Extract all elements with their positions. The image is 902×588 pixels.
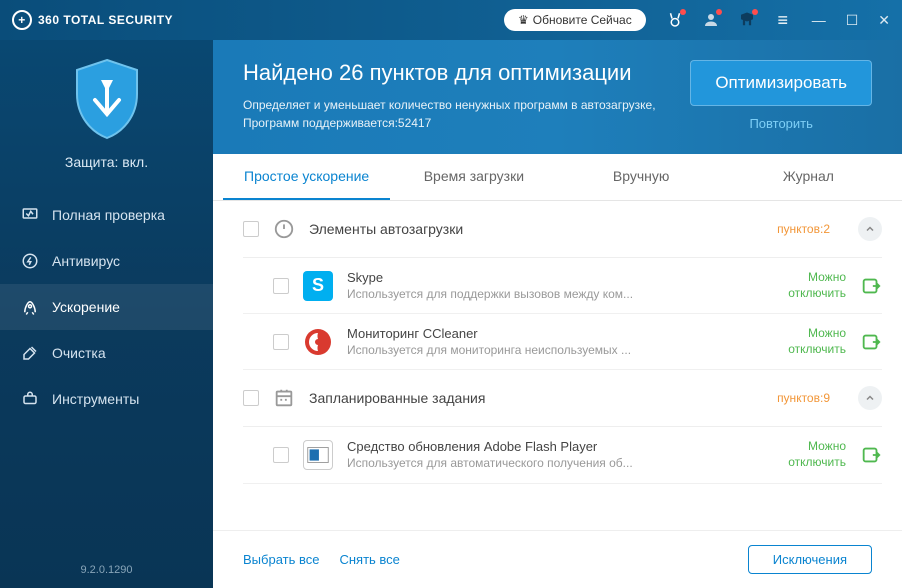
item-status: Можноотключить: [766, 270, 846, 301]
tab-simple-speedup[interactable]: Простое ускорение: [223, 154, 390, 200]
skype-icon: S: [303, 271, 333, 301]
section-count: пунктов:9: [777, 391, 830, 405]
section-title: Элементы автозагрузки: [309, 221, 763, 237]
nav-speedup[interactable]: Ускорение: [0, 284, 213, 330]
monitor-icon: [20, 205, 40, 225]
ccleaner-icon: [303, 327, 333, 357]
nav-label: Полная проверка: [52, 207, 165, 223]
item-status: Можноотключить: [766, 439, 846, 470]
hero-subtitle: Определяет и уменьшает количество ненужн…: [243, 96, 670, 132]
tab-manual[interactable]: Вручную: [558, 154, 725, 200]
crown-icon: ♛: [518, 13, 529, 27]
broom-icon: [20, 343, 40, 363]
rocket-icon: [20, 297, 40, 317]
section-checkbox[interactable]: [243, 221, 259, 237]
titlebar: + 360 TOTAL SECURITY ♛ Обновите Сейчас ≡: [0, 0, 902, 40]
section-scheduled: Запланированные задания пунктов:9: [243, 370, 882, 427]
item-checkbox[interactable]: [273, 278, 289, 294]
hero-banner: Найдено 26 пунктов для оптимизации Опред…: [213, 40, 902, 154]
calendar-icon: [273, 387, 295, 409]
nav-full-check[interactable]: Полная проверка: [0, 192, 213, 238]
nav-tools[interactable]: Инструменты: [0, 376, 213, 422]
brand-name: 360 TOTAL SECURITY: [38, 13, 173, 27]
nav-label: Антивирус: [52, 253, 120, 269]
item-desc: Используется для автоматического получен…: [347, 456, 752, 470]
disable-action-icon[interactable]: [860, 331, 882, 353]
section-count: пунктов:2: [777, 222, 830, 236]
section-startup: Элементы автозагрузки пунктов:2: [243, 201, 882, 258]
item-flash: Средство обновления Adobe Flash Player И…: [243, 427, 882, 483]
maximize-button[interactable]: ☐: [846, 12, 859, 29]
bolt-circle-icon: [20, 251, 40, 271]
tab-boot-time[interactable]: Время загрузки: [390, 154, 557, 200]
hero-title: Найдено 26 пунктов для оптимизации: [243, 60, 670, 86]
menu-icon[interactable]: ≡: [774, 11, 792, 29]
exceptions-button[interactable]: Исключения: [748, 545, 872, 574]
item-ccleaner: Мониторинг CCleaner Используется для мон…: [243, 314, 882, 370]
sidebar: Защита: вкл. Полная проверка Антивирус У…: [0, 40, 213, 588]
shield-icon: [71, 58, 143, 142]
nav-label: Ускорение: [52, 299, 120, 315]
minimize-button[interactable]: —: [812, 12, 826, 28]
item-name: Мониторинг CCleaner: [347, 326, 752, 341]
item-skype: S Skype Используется для поддержки вызов…: [243, 258, 882, 314]
disable-action-icon[interactable]: [860, 444, 882, 466]
tabs: Простое ускорение Время загрузки Вручную…: [213, 154, 902, 201]
power-icon: [273, 218, 295, 240]
nav-antivirus[interactable]: Антивирус: [0, 238, 213, 284]
version-text: 9.2.0.1290: [0, 552, 213, 588]
item-checkbox[interactable]: [273, 447, 289, 463]
upgrade-label: Обновите Сейчас: [533, 13, 632, 27]
item-name: Средство обновления Adobe Flash Player: [347, 439, 752, 454]
disable-action-icon[interactable]: [860, 275, 882, 297]
window-controls: — ☐ ✕: [812, 12, 890, 29]
upgrade-button[interactable]: ♛ Обновите Сейчас: [504, 9, 646, 31]
toolbox-icon: [20, 389, 40, 409]
status-text: Защита: вкл.: [65, 154, 148, 170]
protection-status: Защита: вкл.: [0, 40, 213, 192]
main-panel: Найдено 26 пунктов для оптимизации Опред…: [213, 40, 902, 588]
flash-icon: [303, 440, 333, 470]
app-logo: + 360 TOTAL SECURITY: [12, 10, 173, 30]
close-button[interactable]: ✕: [878, 12, 890, 29]
titlebar-icons: ≡: [666, 11, 792, 29]
nav-cleanup[interactable]: Очистка: [0, 330, 213, 376]
medal-icon[interactable]: [666, 11, 684, 29]
section-checkbox[interactable]: [243, 390, 259, 406]
item-name: Skype: [347, 270, 752, 285]
optimize-button[interactable]: Оптимизировать: [690, 60, 872, 106]
user-icon[interactable]: [702, 11, 720, 29]
footer: Выбрать все Снять все Исключения: [213, 530, 902, 588]
theme-icon[interactable]: [738, 11, 756, 29]
retry-link[interactable]: Повторить: [749, 116, 812, 131]
section-title: Запланированные задания: [309, 390, 763, 406]
content-area: Элементы автозагрузки пунктов:2 S Skype …: [213, 201, 902, 530]
nav: Полная проверка Антивирус Ускорение Очис…: [0, 192, 213, 552]
chevron-up-icon[interactable]: [858, 386, 882, 410]
tab-log[interactable]: Журнал: [725, 154, 892, 200]
deselect-all-link[interactable]: Снять все: [339, 552, 399, 567]
item-desc: Используется для поддержки вызовов между…: [347, 287, 752, 301]
chevron-up-icon[interactable]: [858, 217, 882, 241]
logo-icon: +: [12, 10, 32, 30]
select-all-link[interactable]: Выбрать все: [243, 552, 319, 567]
item-status: Можноотключить: [766, 326, 846, 357]
nav-label: Очистка: [52, 345, 106, 361]
item-checkbox[interactable]: [273, 334, 289, 350]
item-desc: Используется для мониторинга неиспользуе…: [347, 343, 752, 357]
nav-label: Инструменты: [52, 391, 139, 407]
